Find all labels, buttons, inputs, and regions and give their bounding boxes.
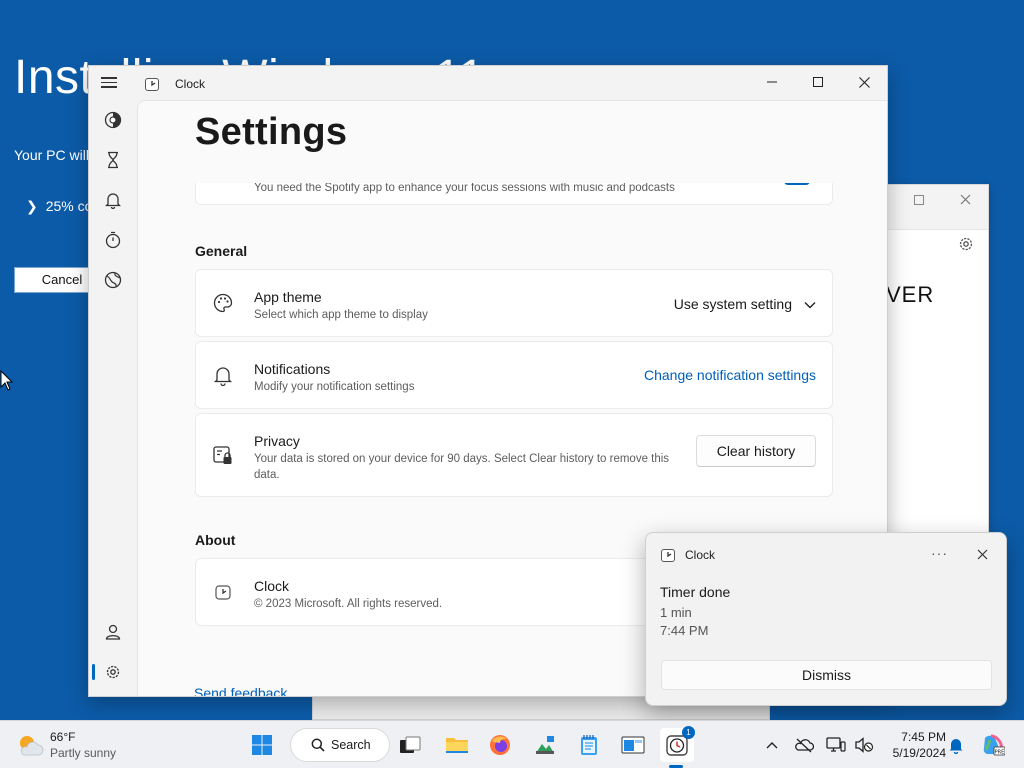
person-icon bbox=[105, 624, 121, 640]
notepad-icon bbox=[581, 735, 597, 755]
nav-stopwatch[interactable] bbox=[97, 224, 129, 256]
change-notification-settings-link[interactable]: Change notification settings bbox=[644, 367, 816, 383]
background-window-text: VER bbox=[886, 282, 935, 307]
gear-icon bbox=[106, 665, 120, 679]
nav-account[interactable] bbox=[97, 616, 129, 648]
firefox-icon bbox=[490, 735, 510, 755]
system-time: 7:45 PM bbox=[901, 730, 946, 744]
background-window: VER bbox=[886, 184, 989, 534]
gear-icon[interactable] bbox=[958, 236, 974, 257]
more-options-icon[interactable]: ··· bbox=[931, 545, 948, 561]
globe-icon bbox=[104, 271, 122, 289]
nav-timer[interactable] bbox=[97, 144, 129, 176]
app-theme-title: App theme bbox=[254, 289, 322, 305]
task-view-button[interactable] bbox=[393, 728, 427, 762]
chevron-down-icon bbox=[804, 296, 816, 312]
file-explorer-button[interactable] bbox=[440, 728, 474, 762]
maximize-button[interactable] bbox=[795, 66, 841, 98]
privacy-card: Privacy Your data is stored on your devi… bbox=[195, 413, 833, 497]
spotify-toggle[interactable] bbox=[784, 183, 810, 185]
nav-world-clock[interactable] bbox=[97, 264, 129, 296]
toast-app-name: Clock bbox=[685, 548, 716, 562]
bell-icon bbox=[212, 364, 234, 387]
taskbar-search[interactable]: Search bbox=[290, 728, 390, 762]
bell-icon bbox=[105, 193, 121, 209]
close-icon[interactable] bbox=[954, 189, 976, 211]
minimize-button[interactable] bbox=[749, 66, 795, 98]
window-title: Clock bbox=[175, 77, 206, 91]
notepad-button[interactable] bbox=[572, 728, 606, 762]
task-view-icon bbox=[400, 736, 421, 753]
notification-badge: 1 bbox=[682, 726, 695, 739]
system-clock[interactable]: 7:45 PM 5/19/2024 bbox=[880, 729, 946, 761]
sticky-app-button[interactable] bbox=[528, 728, 562, 762]
window-app-icon bbox=[621, 736, 645, 754]
clear-history-button[interactable]: Clear history bbox=[696, 435, 816, 467]
toast-time: 7:44 PM bbox=[660, 623, 709, 638]
volume-muted-icon[interactable] bbox=[852, 733, 876, 757]
notification-bell-icon[interactable] bbox=[944, 733, 968, 757]
nav-settings[interactable] bbox=[92, 656, 129, 688]
clock-app-icon bbox=[660, 547, 676, 568]
notifications-card: Notifications Modify your notification s… bbox=[195, 341, 833, 409]
app-theme-subtitle: Select which app theme to display bbox=[254, 309, 428, 321]
firefox-button[interactable] bbox=[483, 728, 517, 762]
show-hidden-icons-button[interactable] bbox=[760, 733, 784, 757]
focus-sessions-icon bbox=[104, 111, 122, 129]
toast-heading: Timer done bbox=[660, 584, 731, 600]
clock-app-icon bbox=[144, 76, 160, 97]
about-title: Clock bbox=[254, 578, 290, 594]
weather-description: Partly sunny bbox=[50, 746, 117, 760]
toast-duration: 1 min bbox=[660, 605, 692, 620]
timer-toast-notification: Clock ··· Timer done 1 min 7:44 PM Dismi… bbox=[645, 532, 1007, 706]
about-copyright: © 2023 Microsoft. All rights reserved. bbox=[254, 598, 443, 610]
chevron-up-icon bbox=[766, 742, 778, 749]
nav-alarm[interactable] bbox=[97, 184, 129, 216]
display-network-icon[interactable] bbox=[824, 733, 848, 757]
start-button[interactable] bbox=[245, 728, 279, 762]
notifications-subtitle: Modify your notification settings bbox=[254, 381, 415, 393]
general-section-header: General bbox=[195, 243, 248, 259]
photo-mail-icon bbox=[536, 736, 554, 754]
clock-app-icon bbox=[212, 581, 234, 603]
palette-icon bbox=[212, 292, 234, 314]
onedrive-icon[interactable] bbox=[792, 733, 816, 757]
about-section-header: About bbox=[195, 532, 236, 548]
nav-focus-sessions[interactable] bbox=[97, 104, 129, 136]
dismiss-button[interactable]: Dismiss bbox=[661, 660, 992, 690]
close-icon[interactable] bbox=[977, 547, 988, 565]
search-label: Search bbox=[331, 738, 371, 752]
search-icon bbox=[311, 738, 325, 752]
remote-desktop-button[interactable] bbox=[616, 728, 650, 762]
hourglass-icon bbox=[108, 151, 118, 169]
svg-text:PRE: PRE bbox=[995, 749, 1005, 755]
hamburger-menu-icon[interactable] bbox=[101, 74, 125, 94]
app-theme-dropdown[interactable]: Use system setting bbox=[674, 296, 816, 312]
title-bar: Clock bbox=[89, 66, 887, 100]
side-navigation bbox=[89, 100, 137, 696]
privacy-subtitle: Your data is stored on your device for 9… bbox=[254, 453, 670, 481]
copilot-icon[interactable]: PRE bbox=[980, 733, 1006, 757]
spinner-icon: ❯ bbox=[26, 198, 38, 214]
spotify-text: You need the Spotify app to enhance your… bbox=[254, 183, 675, 194]
windows-logo-icon bbox=[252, 735, 272, 755]
send-feedback-link[interactable]: Send feedback bbox=[194, 685, 287, 696]
close-button[interactable] bbox=[841, 66, 887, 98]
taskbar: 66°F Partly sunny Search 1 7:45 PM 5/19/… bbox=[0, 720, 1024, 768]
app-theme-value: Use system setting bbox=[673, 296, 792, 312]
notifications-title: Notifications bbox=[254, 361, 331, 377]
folder-icon bbox=[446, 738, 468, 753]
weather-temperature: 66°F bbox=[50, 730, 76, 744]
privacy-title: Privacy bbox=[254, 433, 300, 449]
partly-sunny-icon bbox=[20, 736, 44, 756]
stopwatch-icon bbox=[105, 231, 121, 249]
privacy-lock-icon bbox=[212, 444, 234, 466]
spotify-card: You need the Spotify app to enhance your… bbox=[195, 183, 833, 205]
clock-taskbar-button[interactable]: 1 bbox=[660, 726, 695, 762]
maximize-icon[interactable] bbox=[908, 189, 930, 211]
weather-widget[interactable]: 66°F Partly sunny bbox=[16, 729, 126, 763]
system-date: 5/19/2024 bbox=[892, 746, 946, 760]
app-theme-card: App theme Select which app theme to disp… bbox=[195, 269, 833, 337]
page-title: Settings bbox=[195, 111, 348, 153]
